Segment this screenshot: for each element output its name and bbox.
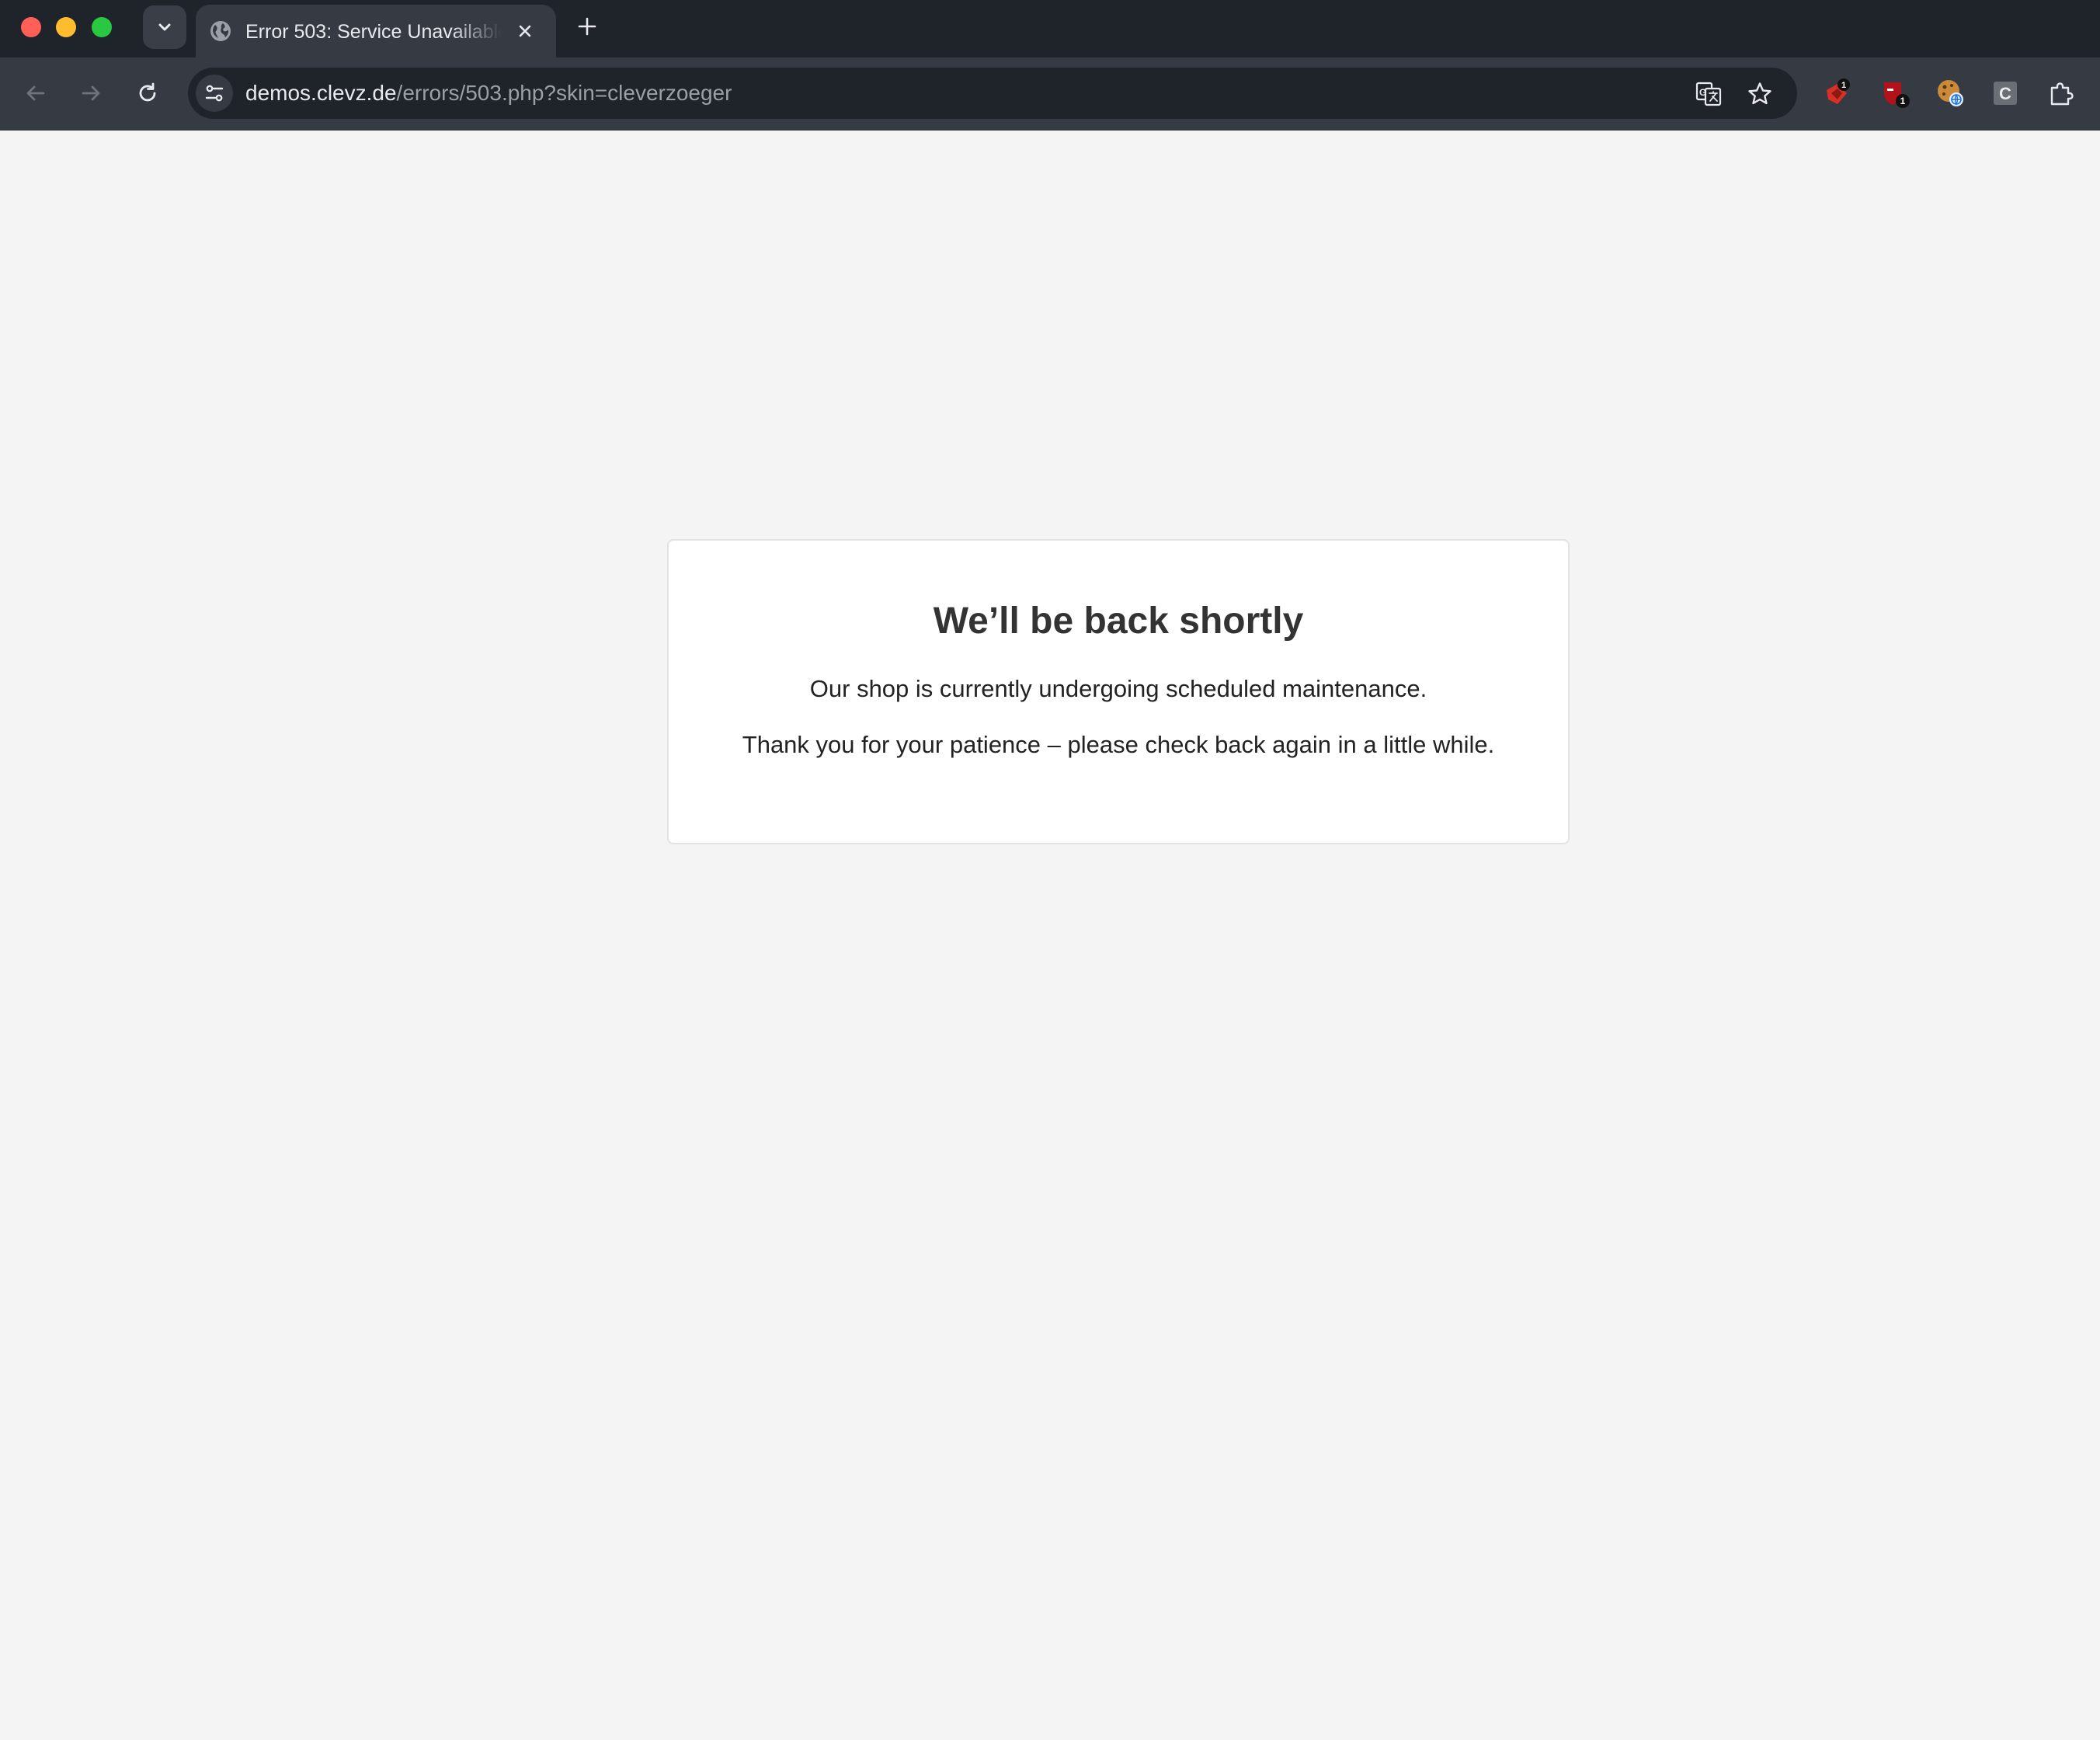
puzzle-icon [2050, 82, 2074, 106]
url-text[interactable]: demos.clevz.de/errors/503.php?skin=cleve… [245, 80, 732, 106]
translate-button[interactable]: G [1693, 78, 1724, 110]
window-minimize-button[interactable] [56, 17, 76, 37]
star-icon [1748, 82, 1771, 105]
extension-badge-1: 1 [1841, 81, 1846, 90]
tab-close-button[interactable] [513, 19, 537, 44]
window-maximize-button[interactable] [92, 17, 112, 37]
svg-text:G: G [1699, 87, 1706, 98]
browser-toolbar: demos.clevz.de/errors/503.php?skin=cleve… [0, 57, 2100, 130]
forward-button[interactable] [74, 76, 108, 110]
site-info-button[interactable] [196, 75, 233, 112]
extension-badge-2: 1 [1900, 96, 1906, 106]
page-title: We’ll be back shortly [933, 600, 1304, 642]
browser-tab[interactable]: Error 503: Service Unavailable [196, 5, 556, 57]
reload-icon [139, 82, 156, 102]
extension-button-3[interactable] [1932, 75, 1970, 112]
window-close-button[interactable] [21, 17, 41, 37]
translate-icon: G [1695, 82, 1722, 106]
back-button[interactable] [19, 76, 53, 110]
red-extension-icon: 1 [1827, 78, 1850, 104]
cookie-extension-icon [1938, 80, 1963, 106]
close-icon [519, 25, 531, 37]
extension-label-4: C [1999, 84, 2011, 103]
tab-search-button[interactable] [143, 5, 186, 49]
extension-button-1[interactable]: 1 [1819, 75, 1856, 112]
browser-titlebar: Error 503: Service Unavailable [0, 0, 2100, 57]
url-host: demos.clevz.de [245, 81, 397, 105]
url-path: /errors/503.php?skin=cleverzoeger [396, 81, 732, 105]
globe-icon [210, 21, 231, 41]
reload-button[interactable] [130, 76, 165, 110]
tab-title: Error 503: Service Unavailable [245, 21, 502, 43]
maintenance-message: Our shop is currently undergoing schedul… [809, 675, 1427, 702]
maintenance-card: We’ll be back shortly Our shop is curren… [667, 539, 1570, 844]
extensions-menu-button[interactable] [2043, 75, 2080, 112]
new-tab-button[interactable] [573, 12, 601, 40]
page-viewport: We’ll be back shortly Our shop is curren… [0, 130, 2100, 1740]
shield-extension-icon: 1 [1884, 82, 1910, 108]
patience-message: Thank you for your patience – please che… [742, 731, 1495, 758]
arrow-left-icon [26, 85, 45, 101]
address-bar[interactable]: demos.clevz.de/errors/503.php?skin=cleve… [188, 68, 1797, 119]
extension-button-4[interactable]: C [1987, 75, 2024, 112]
plus-icon [578, 17, 596, 36]
arrow-right-icon [82, 85, 100, 101]
extension-button-2[interactable]: 1 [1876, 75, 1914, 112]
c-extension-icon: C [1994, 82, 2017, 105]
chevron-down-icon [158, 23, 171, 31]
tune-icon [205, 85, 224, 102]
bookmark-button[interactable] [1744, 78, 1775, 110]
